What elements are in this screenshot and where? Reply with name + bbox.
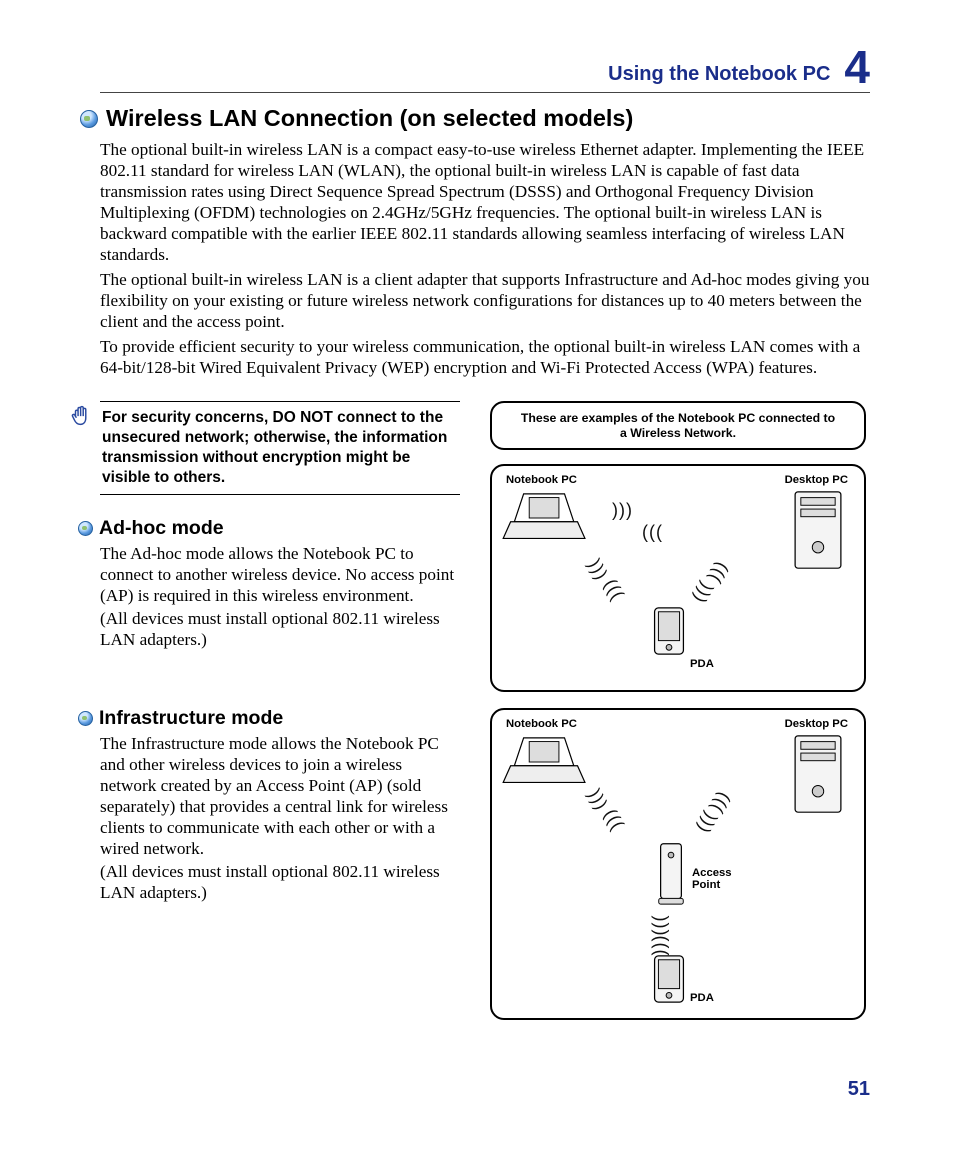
laptop-icon xyxy=(502,736,588,788)
diagram-caption: These are examples of the Notebook PC co… xyxy=(490,401,866,451)
signal-waves-icon: ) ) ) xyxy=(612,500,630,521)
signal-waves-icon: ( ( ( xyxy=(650,936,671,954)
main-heading: Wireless LAN Connection (on selected mod… xyxy=(106,105,633,132)
globe-icon xyxy=(80,110,98,128)
main-heading-row: Wireless LAN Connection (on selected mod… xyxy=(80,105,870,132)
adhoc-heading: Ad-hoc mode xyxy=(99,517,224,540)
header-section-title: Using the Notebook PC xyxy=(608,63,830,90)
signal-waves-icon: ( ( ( xyxy=(687,580,714,606)
security-warning: For security concerns, DO NOT connect to… xyxy=(100,401,460,496)
label-pda: PDA xyxy=(690,658,714,670)
stop-hand-icon xyxy=(70,404,92,430)
label-notebook: Notebook PC xyxy=(506,718,577,730)
label-access-point: AccessPoint xyxy=(692,868,732,892)
adhoc-body: The Ad-hoc mode allows the Notebook PC t… xyxy=(100,544,460,607)
infrastructure-note: (All devices must install optional 802.1… xyxy=(100,862,460,904)
signal-waves-icon: ) ) ) xyxy=(583,786,610,812)
infrastructure-body: The Infrastructure mode allows the Noteb… xyxy=(100,734,460,860)
label-desktop: Desktop PC xyxy=(785,474,848,486)
pda-icon xyxy=(652,954,686,1004)
infrastructure-diagram: Notebook PC Desktop PC AccessPoint PDA xyxy=(490,708,866,1020)
intro-paragraph: To provide efficient security to your wi… xyxy=(100,337,870,379)
adhoc-diagram: Notebook PC Desktop PC PDA xyxy=(490,464,866,692)
laptop-icon xyxy=(502,492,588,544)
globe-icon xyxy=(78,711,93,726)
signal-waves-icon: ) ) ) xyxy=(703,560,730,586)
signal-waves-icon: ) ) ) xyxy=(583,556,610,582)
desktop-tower-icon xyxy=(790,734,846,816)
signal-waves-icon: ) ) ) xyxy=(705,790,732,816)
intro-paragraph: The optional built-in wireless LAN is a … xyxy=(100,140,870,266)
page-header: Using the Notebook PC 4 xyxy=(100,44,870,93)
intro-paragraph: The optional built-in wireless LAN is a … xyxy=(100,270,870,333)
globe-icon xyxy=(78,521,93,536)
access-point-icon xyxy=(656,840,686,906)
infrastructure-heading: Infrastructure mode xyxy=(99,707,283,730)
adhoc-note: (All devices must install optional 802.1… xyxy=(100,609,460,651)
signal-waves-icon: ( ( ( xyxy=(599,576,626,602)
page-number: 51 xyxy=(848,1078,870,1101)
pda-icon xyxy=(652,606,686,656)
signal-waves-icon: ) ) ) xyxy=(650,916,671,934)
label-pda: PDA xyxy=(690,992,714,1004)
chapter-number: 4 xyxy=(844,44,870,90)
signal-waves-icon: ( ( ( xyxy=(599,806,626,832)
signal-waves-icon: ( ( ( xyxy=(642,522,660,543)
label-desktop: Desktop PC xyxy=(785,718,848,730)
signal-waves-icon: ( ( ( xyxy=(691,810,718,836)
infrastructure-section: Infrastructure mode The Infrastructure m… xyxy=(100,707,460,904)
warning-text: For security concerns, DO NOT connect to… xyxy=(102,409,447,486)
label-notebook: Notebook PC xyxy=(506,474,577,486)
desktop-tower-icon xyxy=(790,490,846,572)
adhoc-section: Ad-hoc mode The Ad-hoc mode allows the N… xyxy=(100,517,460,651)
